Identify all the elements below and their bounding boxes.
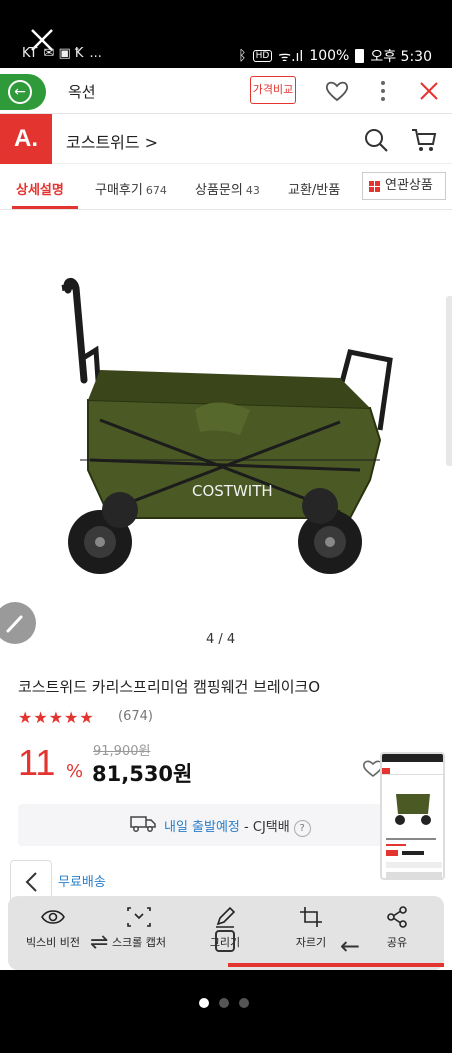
bluetooth-icon: ᛒ [238,48,247,64]
back-icon[interactable]: ← [340,932,360,960]
status-bar: KT ✉ ▣ Ꝁ ... ᛒ HD ᯤ.ıl 100% 오후 5:30 [0,0,452,68]
discount-rate: 11 [18,742,56,783]
share-button[interactable]: 공유 [362,906,432,950]
eye-icon [41,910,65,924]
page-dot-active[interactable] [199,998,209,1008]
product-title: 코스트위드 카리스프리미엄 캠핑웨건 브레이크O [18,678,321,696]
wifi-signal-icon: ᯤ.ıl [278,48,304,65]
screen: KT ✉ ▣ Ꝁ ... ᛒ HD ᯤ.ıl 100% 오후 5:30 ← 옥션… [0,0,452,1053]
recent-apps-icon[interactable]: ⇌ [90,930,108,955]
browser-back-button[interactable]: ← [0,74,46,110]
bixby-vision-button[interactable]: 빅스비 비전 [18,906,88,950]
image-counter: 4 / 4 [206,632,236,647]
tab-label: 구매후기 [95,183,143,198]
battery-label: 100% [309,48,350,64]
screenshot-preview-thumbnail[interactable] [380,752,445,880]
page-dot[interactable] [219,998,229,1008]
cart-icon[interactable] [410,126,438,154]
tab-description[interactable]: 상세설명 [16,179,64,198]
page-dot[interactable] [239,998,249,1008]
page-indicator [199,998,249,1008]
status-left: KT ✉ ▣ Ꝁ ... [22,46,102,61]
notification-more: ... [89,46,102,61]
original-price: 91,900원 [93,744,151,759]
tool-label: 스크롤 캡처 [111,936,167,949]
preview-image [382,754,443,878]
rating-stars: ★★★★★ [18,708,95,727]
tab-label: 상세설명 [16,183,64,198]
close-tab-icon[interactable] [416,78,442,104]
price-compare-button[interactable]: 가격비교 [250,76,296,104]
tool-label: 공유 [386,936,408,949]
tool-label: 자르기 [295,936,327,949]
tab-count: 674 [145,184,167,197]
pencil-icon [6,615,23,633]
share-icon [387,906,407,928]
hd-badge: HD [252,50,273,62]
home-icon[interactable] [215,930,235,952]
status-right: ᛒ HD ᯤ.ıl 100% 오후 5:30 [238,46,432,66]
tab-exchange-return[interactable]: 교환/반품 [288,179,340,198]
shipping-date: 내일 출발예정 [164,820,240,835]
tab-label: 교환/반품 [288,183,341,198]
wagon-brand-text: COSTWITH [192,482,273,500]
scroll-capture-button[interactable]: 스크롤 캡처 [104,906,174,950]
edge-panel-handle[interactable] [446,296,452,466]
app-header: A. 코스트위드 > [0,114,452,164]
pencil-icon [216,906,236,928]
pencil-fab[interactable] [0,602,36,644]
tool-label: 빅스비 비전 [25,936,81,949]
tab-reviews[interactable]: 구매후기 674 [95,179,167,198]
discount-unit: % [66,761,84,782]
battery-icon [355,49,365,63]
browser-tab-title: 옥션 [68,83,96,101]
shipping-carrier: - CJ택배 [239,820,290,835]
sale-price: 81,530원 [92,762,193,786]
tab-label: 연관상품 [385,178,433,193]
shipping-info-box: 내일 출발예정 - CJ택배? [18,804,438,846]
shipping-help-icon[interactable]: ? [293,820,311,837]
clock: 오후 5:30 [370,49,432,65]
truck-icon [130,816,156,832]
accent-bar [228,963,444,967]
tab-label: 상품문의 [195,183,243,198]
tab-count: 43 [245,184,260,197]
heart-icon[interactable] [324,78,350,104]
auction-logo[interactable]: A. [0,114,52,164]
review-count[interactable]: (674) [118,709,153,724]
product-image-wagon[interactable]: COSTWITH [40,260,410,590]
back-arrow-icon: ← [8,80,32,104]
more-vertical-icon[interactable] [370,78,396,104]
active-tab-indicator [12,206,78,209]
detail-tabs: 상세설명 구매후기 674 상품문의 43 교환/반품 연관상품 [0,164,452,210]
carrier-label: KT [22,46,38,61]
store-name-link[interactable]: 코스트위드 > [66,129,158,153]
browser-bar: ← 옥션 가격비교 [0,68,452,114]
scroll-capture-icon [127,907,151,927]
grid-icon [369,181,380,192]
crop-button[interactable]: 자르기 [276,906,346,950]
crop-icon [300,907,322,927]
search-icon[interactable] [362,126,390,154]
notification-icons: ✉ ▣ Ꝁ [43,46,84,61]
shipping-text: 내일 출발예정 - CJ택배? [164,816,311,837]
tab-questions[interactable]: 상품문의 43 [195,179,260,198]
tab-related-products[interactable]: 연관상품 [362,172,446,200]
free-shipping-label: 무료배송 [58,875,106,890]
